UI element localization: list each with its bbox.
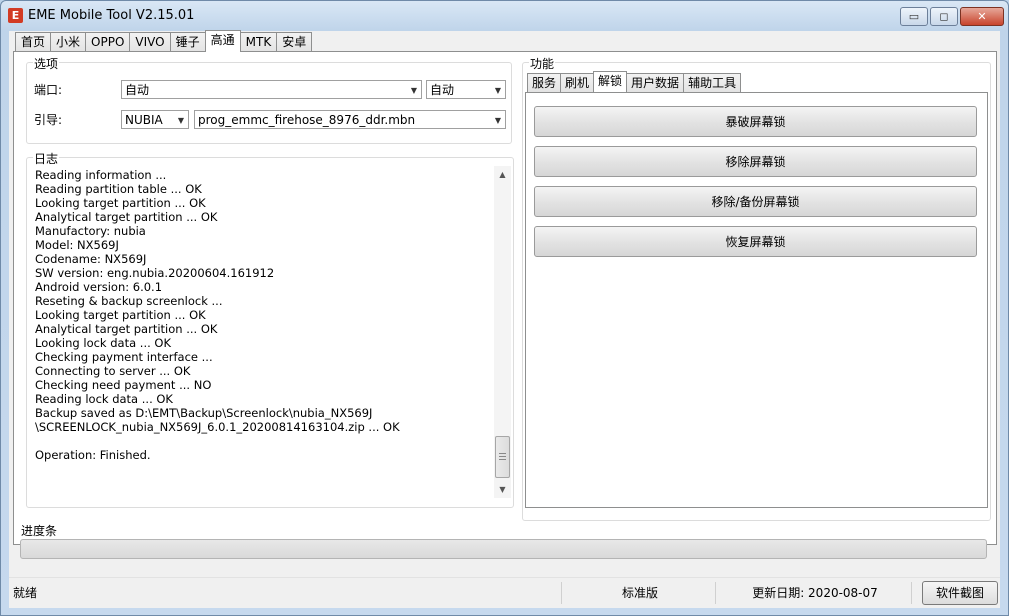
port-label: 端口: bbox=[34, 83, 63, 97]
tab-vivo[interactable]: VIVO bbox=[129, 32, 171, 52]
window-controls: ▭ ◻ ✕ bbox=[900, 7, 1004, 26]
tab-oppo[interactable]: OPPO bbox=[85, 32, 131, 52]
boot-vendor-select-value: NUBIA bbox=[125, 113, 163, 127]
log-group: 日志 Reading information ... Reading parti… bbox=[26, 150, 514, 508]
log-output[interactable]: Reading information ... Reading partitio… bbox=[27, 166, 511, 498]
log-text: Reading information ... Reading partitio… bbox=[35, 168, 400, 462]
status-update-date: 更新日期: 2020-08-07 bbox=[719, 582, 912, 604]
progress-bar bbox=[20, 539, 987, 559]
function-group-label: 功能 bbox=[529, 55, 556, 72]
window-title: EME Mobile Tool V2.15.01 bbox=[28, 8, 195, 23]
chevron-down-icon: ▼ bbox=[410, 86, 417, 95]
main-tabs: 首页 小米 OPPO VIVO 锤子 高通 MTK 安卓 bbox=[15, 30, 313, 52]
scroll-up-icon[interactable]: ▲ bbox=[494, 166, 511, 183]
options-group: 选项 端口: 自动 ▼ 自动 ▼ 引导: NUBIA ▼ prog_emmc_f… bbox=[26, 55, 512, 144]
log-group-label: 日志 bbox=[33, 150, 60, 167]
function-group: 功能 服务 刷机 解锁 用户数据 辅助工具 暴破屏幕锁 移除屏幕锁 移除/备份屏… bbox=[522, 55, 991, 521]
tab-unlock[interactable]: 解锁 bbox=[593, 71, 628, 92]
tab-smartisan[interactable]: 锤子 bbox=[169, 32, 206, 52]
tab-mtk[interactable]: MTK bbox=[239, 32, 278, 52]
maximize-button[interactable]: ◻ bbox=[930, 7, 958, 26]
remove-screenlock-button[interactable]: 移除屏幕锁 bbox=[534, 146, 977, 177]
chevron-down-icon: ▼ bbox=[494, 86, 501, 95]
port-mode-select[interactable]: 自动 ▼ bbox=[426, 80, 506, 99]
status-bar: 就绪 标准版 更新日期: 2020-08-07 软件截图 bbox=[9, 577, 1000, 608]
status-edition: 标准版 bbox=[565, 582, 716, 604]
tab-service[interactable]: 服务 bbox=[527, 73, 562, 92]
restore-screenlock-button[interactable]: 恢复屏幕锁 bbox=[534, 226, 977, 257]
grip-line bbox=[499, 459, 506, 460]
tab-tools[interactable]: 辅助工具 bbox=[683, 73, 742, 92]
scroll-thumb[interactable] bbox=[495, 436, 510, 478]
client-area: 首页 小米 OPPO VIVO 锤子 高通 MTK 安卓 选项 端口: 自动 ▼… bbox=[9, 30, 1000, 608]
grip-line bbox=[499, 453, 506, 454]
tab-home[interactable]: 首页 bbox=[15, 32, 52, 52]
tab-qualcomm[interactable]: 高通 bbox=[204, 30, 241, 52]
minimize-button[interactable]: ▭ bbox=[900, 7, 928, 26]
tab-xiaomi[interactable]: 小米 bbox=[50, 32, 87, 52]
boot-vendor-select[interactable]: NUBIA ▼ bbox=[121, 110, 189, 129]
close-button[interactable]: ✕ bbox=[960, 7, 1004, 26]
boot-label: 引导: bbox=[34, 113, 63, 127]
remove-backup-screenlock-button[interactable]: 移除/备份屏幕锁 bbox=[534, 186, 977, 217]
boot-file-select-value: prog_emmc_firehose_8976_ddr.mbn bbox=[198, 113, 416, 127]
progress-label: 进度条 bbox=[21, 524, 58, 538]
screenshot-button[interactable]: 软件截图 bbox=[922, 581, 998, 605]
tab-user-data[interactable]: 用户数据 bbox=[626, 73, 685, 92]
grip-line bbox=[499, 456, 506, 457]
tab-flash[interactable]: 刷机 bbox=[560, 73, 595, 92]
brute-force-screenlock-button[interactable]: 暴破屏幕锁 bbox=[534, 106, 977, 137]
port-mode-select-value: 自动 bbox=[430, 83, 455, 97]
port-select[interactable]: 自动 ▼ bbox=[121, 80, 422, 99]
qualcomm-tab-panel: 选项 端口: 自动 ▼ 自动 ▼ 引导: NUBIA ▼ prog_emmc_f… bbox=[13, 51, 997, 545]
status-state: 就绪 bbox=[13, 582, 562, 604]
unlock-panel: 暴破屏幕锁 移除屏幕锁 移除/备份屏幕锁 恢复屏幕锁 bbox=[525, 92, 988, 508]
tab-android[interactable]: 安卓 bbox=[276, 32, 313, 52]
chevron-down-icon: ▼ bbox=[494, 116, 501, 125]
chevron-down-icon: ▼ bbox=[177, 116, 184, 125]
app-window: E EME Mobile Tool V2.15.01 ▭ ◻ ✕ 首页 小米 O… bbox=[0, 0, 1009, 616]
title-bar[interactable]: E EME Mobile Tool V2.15.01 ▭ ◻ ✕ bbox=[1, 1, 1008, 31]
boot-file-select[interactable]: prog_emmc_firehose_8976_ddr.mbn ▼ bbox=[194, 110, 506, 129]
app-logo-icon: E bbox=[8, 8, 23, 23]
function-tabs: 服务 刷机 解锁 用户数据 辅助工具 bbox=[527, 71, 742, 92]
port-select-value: 自动 bbox=[125, 83, 150, 97]
options-group-label: 选项 bbox=[33, 55, 60, 72]
log-scrollbar[interactable]: ▲ ▼ bbox=[494, 166, 511, 498]
scroll-down-icon[interactable]: ▼ bbox=[494, 481, 511, 498]
